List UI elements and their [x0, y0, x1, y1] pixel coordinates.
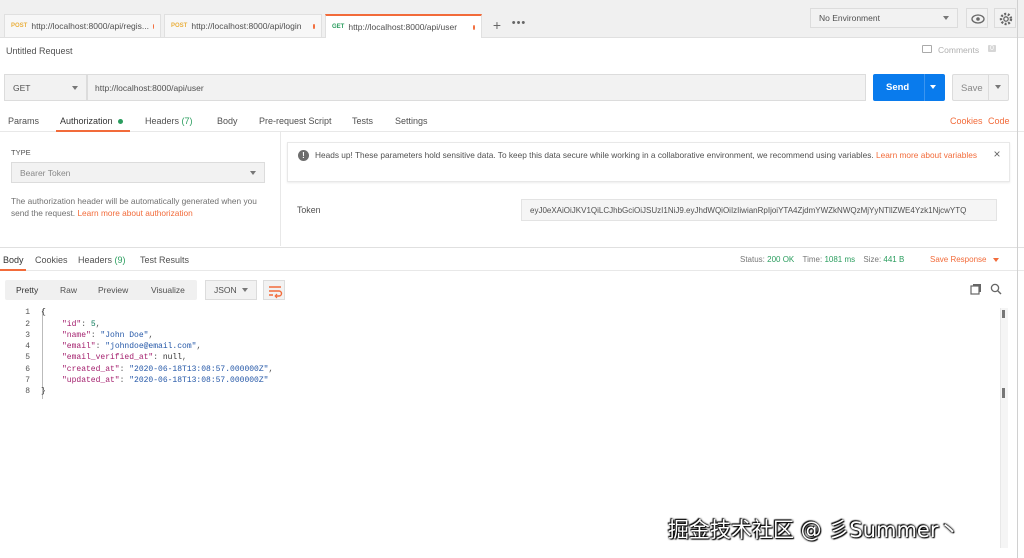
comments-icon[interactable]	[922, 45, 932, 53]
view-preview[interactable]: Preview	[98, 285, 128, 295]
json-line-verified: "email_verified_at": null,	[62, 353, 187, 362]
auth-type-select[interactable]: Bearer Token	[11, 162, 265, 183]
close-icon[interactable]: ×	[991, 148, 1003, 160]
info-icon: !	[298, 150, 309, 161]
search-icon[interactable]	[990, 283, 1002, 295]
save-button[interactable]: Save	[952, 74, 1009, 101]
chevron-down-icon[interactable]	[995, 85, 1001, 89]
json-open-brace: {	[41, 308, 46, 317]
active-dot-icon	[118, 119, 123, 124]
format-select[interactable]: JSON	[205, 280, 257, 300]
resp-tab-body[interactable]: Body	[3, 255, 24, 265]
json-line-id: "id": 5,	[62, 320, 101, 329]
json-line-email: "email": "johndoe@email.com",	[62, 342, 202, 351]
chevron-down-icon	[992, 257, 999, 262]
copy-icon[interactable]	[970, 283, 982, 295]
tab-headers[interactable]: Headers (7)	[145, 116, 193, 126]
resp-tab-headers[interactable]: Headers (9)	[78, 255, 126, 265]
auth-panel-divider	[280, 132, 281, 246]
chevron-down-icon	[250, 170, 256, 175]
tab-tests[interactable]: Tests	[352, 116, 373, 126]
tab-method: POST	[171, 23, 188, 29]
line-number: 1	[25, 308, 30, 317]
environment-select[interactable]: No Environment	[810, 8, 958, 28]
tab-authorization[interactable]: Authorization	[60, 116, 113, 126]
request-tab-login[interactable]: POST http://localhost:8000/api/login	[164, 14, 322, 37]
request-tab-register[interactable]: POST http://localhost:8000/api/regis...	[4, 14, 161, 37]
learn-more-variables-link[interactable]: Learn more about variables	[876, 150, 977, 160]
json-line-name: "name": "John Doe",	[62, 331, 154, 340]
unsaved-dot-icon	[153, 23, 154, 29]
chevron-down-icon	[943, 16, 949, 20]
vertical-bar	[1017, 0, 1018, 558]
unsaved-dot-icon	[473, 24, 475, 30]
send-options-divider	[924, 74, 925, 101]
tab-params[interactable]: Params	[8, 116, 39, 126]
json-line-created: "created_at": "2020-06-18T13:08:57.00000…	[62, 365, 274, 374]
token-input[interactable]: eyJ0eXAiOiJKV1QiLCJhbGciOiJSUzI1NiJ9.eyJ…	[521, 199, 997, 221]
tab-url: http://localhost:8000/api/regis...	[31, 21, 149, 31]
token-label: Token	[297, 205, 321, 215]
scrollbar-marker	[1002, 310, 1005, 318]
unsaved-dot-icon	[313, 23, 315, 29]
line-number: 6	[25, 365, 30, 374]
watermark: 掘金技术社区 @ 彡Summer丶	[668, 518, 960, 542]
tab-url: http://localhost:8000/api/login	[191, 21, 302, 31]
comments-count: 0	[988, 45, 996, 52]
request-name[interactable]: Untitled Request	[6, 46, 73, 56]
gear-icon[interactable]	[994, 8, 1016, 28]
scrollbar-track[interactable]	[1000, 308, 1008, 548]
view-raw[interactable]: Raw	[60, 285, 77, 295]
cookies-link[interactable]: Cookies	[950, 116, 983, 126]
notice-text: Heads up! These parameters hold sensitiv…	[315, 150, 977, 160]
tab-authorization-underline	[56, 130, 130, 132]
response-divider	[0, 247, 1024, 248]
url-input[interactable]: http://localhost:8000/api/user	[87, 74, 866, 101]
new-tab-plus-icon[interactable]: +	[489, 17, 505, 33]
line-number: 5	[25, 353, 30, 362]
view-visualize[interactable]: Visualize	[151, 285, 185, 295]
sensitive-data-notice	[287, 142, 1010, 182]
comments-label[interactable]: Comments	[938, 45, 979, 55]
view-pretty[interactable]: Pretty	[16, 285, 38, 295]
tab-body[interactable]: Body	[217, 116, 238, 126]
chevron-down-icon	[72, 85, 78, 90]
eye-icon[interactable]	[966, 8, 988, 28]
line-number: 2	[25, 320, 30, 329]
line-number: 7	[25, 376, 30, 385]
tab-method: GET	[332, 24, 345, 30]
tab-prerequest-script[interactable]: Pre-request Script	[259, 116, 332, 126]
save-response-button[interactable]: Save Response	[930, 255, 999, 264]
request-tab-user[interactable]: GET http://localhost:8000/api/user	[325, 14, 482, 38]
auth-type-label: TYPE	[11, 148, 31, 157]
save-options-divider	[988, 75, 989, 100]
tab-url: http://localhost:8000/api/user	[348, 22, 458, 32]
response-tabs-bar	[0, 270, 1024, 271]
line-number: 3	[25, 331, 30, 340]
tab-method: POST	[11, 23, 28, 29]
fold-guide	[42, 309, 46, 399]
resp-tab-test-results[interactable]: Test Results	[140, 255, 189, 265]
learn-more-auth-link[interactable]: Learn more about authorization	[77, 208, 192, 218]
wrap-lines-icon[interactable]	[263, 280, 285, 300]
line-number: 4	[25, 342, 30, 351]
more-tabs-icon[interactable]: •••	[510, 17, 528, 33]
chevron-down-icon[interactable]	[930, 85, 936, 89]
json-close-brace: }	[41, 387, 46, 396]
json-line-updated: "updated_at": "2020-06-18T13:08:57.00000…	[62, 376, 269, 385]
scrollbar-marker	[1002, 388, 1005, 398]
tab-settings[interactable]: Settings	[395, 116, 428, 126]
auth-description: The authorization header will be automat…	[11, 196, 257, 218]
request-tabs-bar	[0, 131, 1024, 132]
line-number: 8	[25, 387, 30, 396]
code-link[interactable]: Code	[988, 116, 1010, 126]
response-status: Status: 200 OK Time: 1081 ms Size: 441 B	[740, 255, 905, 264]
resp-tab-cookies[interactable]: Cookies	[35, 255, 68, 265]
method-select[interactable]: GET	[4, 74, 87, 101]
resp-tab-body-underline	[0, 269, 26, 271]
send-button[interactable]: Send	[873, 74, 945, 101]
chevron-down-icon	[242, 288, 248, 292]
